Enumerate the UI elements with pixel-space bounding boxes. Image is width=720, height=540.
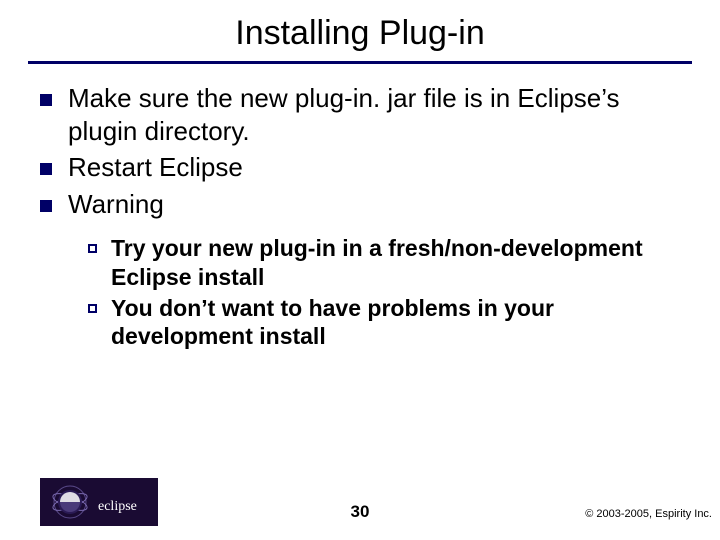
bullet-list: Make sure the new plug-in. jar file is i… (40, 82, 680, 220)
hollow-square-bullet-icon (88, 304, 97, 313)
sub-bullet-text: You don’t want to have problems in your … (111, 294, 680, 352)
bullet-text: Restart Eclipse (68, 151, 243, 184)
square-bullet-icon (40, 163, 52, 175)
footer: eclipse 30 © 2003-2005, Espirity Inc. (0, 470, 720, 526)
bullet-item: Restart Eclipse (40, 151, 680, 184)
title-area: Installing Plug-in (0, 0, 720, 61)
copyright-text: © 2003-2005, Espirity Inc. (585, 508, 712, 520)
content-area: Make sure the new plug-in. jar file is i… (0, 64, 720, 351)
bullet-item: Warning (40, 188, 680, 221)
square-bullet-icon (40, 200, 52, 212)
sub-bullet-text: Try your new plug-in in a fresh/non-deve… (111, 234, 680, 292)
sub-bullet-item: You don’t want to have problems in your … (88, 294, 680, 352)
bullet-text: Warning (68, 188, 164, 221)
svg-text:eclipse: eclipse (98, 499, 137, 514)
hollow-square-bullet-icon (88, 244, 97, 253)
page-number: 30 (351, 502, 370, 522)
square-bullet-icon (40, 94, 52, 106)
bullet-item: Make sure the new plug-in. jar file is i… (40, 82, 680, 147)
bullet-text: Make sure the new plug-in. jar file is i… (68, 82, 680, 147)
eclipse-logo: eclipse (40, 478, 158, 526)
sub-bullet-item: Try your new plug-in in a fresh/non-deve… (88, 234, 680, 292)
slide-title: Installing Plug-in (0, 14, 720, 53)
sub-bullet-list: Try your new plug-in in a fresh/non-deve… (88, 234, 680, 351)
